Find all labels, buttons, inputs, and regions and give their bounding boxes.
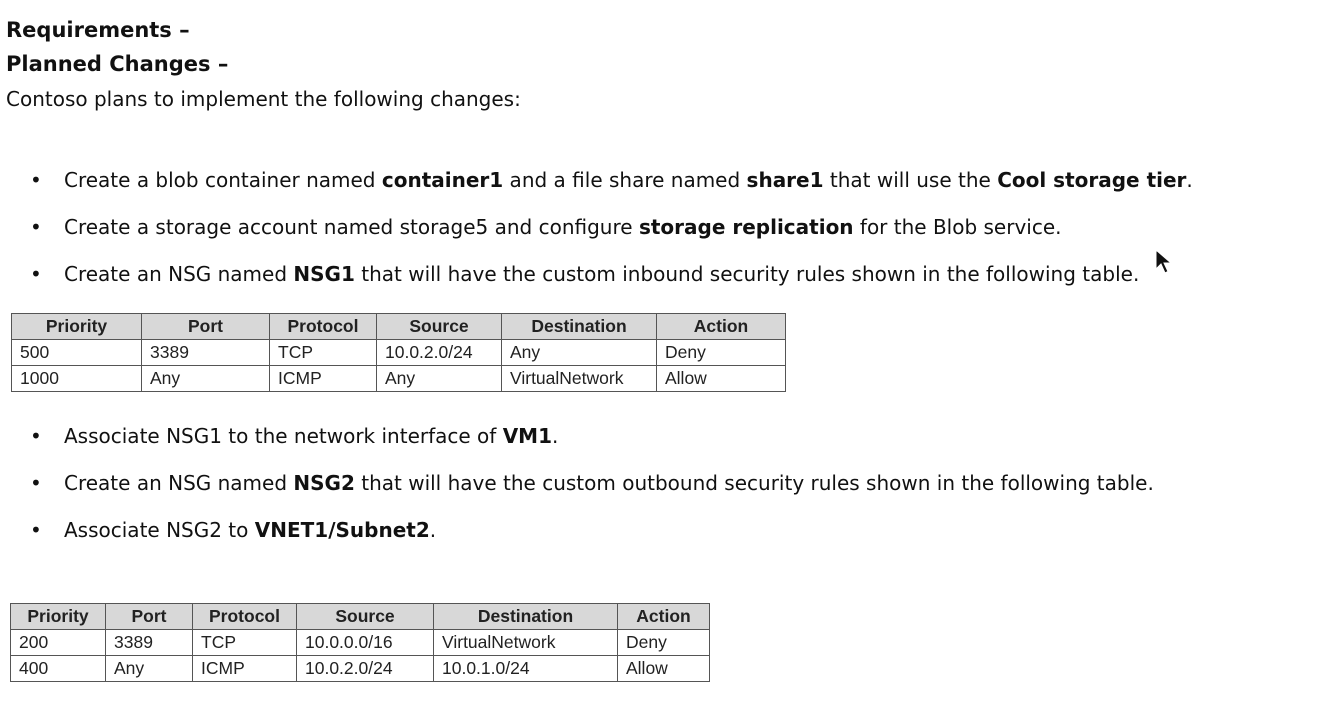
bullet-text: Create a storage account named storage5 …: [64, 214, 1062, 240]
cell-action: Deny: [656, 339, 786, 366]
header-destination: Destination: [433, 603, 618, 630]
cell-protocol: ICMP: [192, 655, 297, 682]
requirements-heading: Requirements –: [6, 18, 190, 42]
cell-source: 10.0.0.0/16: [296, 629, 434, 656]
header-protocol: Protocol: [192, 603, 297, 630]
bullet-text-segment: for the Blob service.: [853, 215, 1062, 239]
cell-destination: VirtualNetwork: [501, 365, 657, 392]
header-port: Port: [141, 313, 270, 340]
intro-text: Contoso plans to implement the following…: [6, 87, 521, 111]
cell-protocol: ICMP: [269, 365, 377, 392]
cell-action: Deny: [617, 629, 710, 656]
bullet-marker: •: [30, 471, 42, 495]
table-row: 400 Any ICMP 10.0.2.0/24 10.0.1.0/24 All…: [10, 655, 710, 682]
bullet-text: Associate NSG1 to the network interface …: [64, 423, 558, 449]
header-action: Action: [656, 313, 786, 340]
cell-action: Allow: [617, 655, 710, 682]
cell-priority: 500: [11, 339, 142, 366]
cell-destination: VirtualNetwork: [433, 629, 618, 656]
bullet-text-segment: that will use the: [823, 168, 998, 192]
mouse-pointer-icon: [1155, 249, 1173, 274]
bullet-text-bold: VM1: [502, 424, 552, 448]
cell-action: Allow: [656, 365, 786, 392]
bullet-text-segment: Associate NSG2 to: [64, 518, 255, 542]
table-row: 1000 Any ICMP Any VirtualNetwork Allow: [11, 365, 786, 392]
bullet-text: Create an NSG named NSG1 that will have …: [64, 261, 1139, 287]
cell-source: 10.0.2.0/24: [296, 655, 434, 682]
bullet-marker: •: [30, 168, 42, 192]
bullet-text-segment: .: [1186, 168, 1193, 192]
table-header-row: Priority Port Protocol Source Destinatio…: [10, 603, 710, 630]
cell-destination: Any: [501, 339, 657, 366]
nsg1-inbound-rules-table: Priority Port Protocol Source Destinatio…: [11, 313, 786, 392]
bullet-text-segment: that will have the custom outbound secur…: [354, 471, 1154, 495]
bullet-text-segment: Create an NSG named: [64, 471, 294, 495]
cell-source: Any: [376, 365, 502, 392]
bullet-text-bold: share1: [746, 168, 824, 192]
cell-port: 3389: [141, 339, 270, 366]
table-header-row: Priority Port Protocol Source Destinatio…: [11, 313, 786, 340]
cell-protocol: TCP: [192, 629, 297, 656]
cell-port: Any: [105, 655, 193, 682]
header-source: Source: [376, 313, 502, 340]
header-action: Action: [617, 603, 710, 630]
table-row: 500 3389 TCP 10.0.2.0/24 Any Deny: [11, 339, 786, 366]
bullet-marker: •: [30, 262, 42, 286]
cell-priority: 400: [10, 655, 106, 682]
bullet-text-bold: NSG2: [293, 471, 355, 495]
bullet-text-bold: container1: [381, 168, 504, 192]
cell-destination: 10.0.1.0/24: [433, 655, 618, 682]
bullet-text-segment: .: [552, 424, 559, 448]
bullet-text-segment: Create an NSG named: [64, 262, 294, 286]
planned-changes-heading: Planned Changes –: [6, 52, 229, 76]
header-priority: Priority: [10, 603, 106, 630]
bullet-text-segment: .: [429, 518, 437, 542]
cell-priority: 200: [10, 629, 106, 656]
bullet-text-bold: storage replication: [638, 215, 854, 239]
bullet-text-segment: Associate NSG1 to the network interface …: [64, 424, 503, 448]
bullet-text: Associate NSG2 to VNET1/Subnet2.: [64, 517, 436, 543]
cell-port: 3389: [105, 629, 193, 656]
header-priority: Priority: [11, 313, 142, 340]
cell-protocol: TCP: [269, 339, 377, 366]
cell-port: Any: [141, 365, 270, 392]
nsg2-outbound-rules-table: Priority Port Protocol Source Destinatio…: [10, 603, 710, 682]
bullet-text: Create a blob container named container1…: [64, 167, 1193, 193]
cell-source: 10.0.2.0/24: [376, 339, 502, 366]
bullet-text-segment: Create a storage account named storage5 …: [64, 215, 639, 239]
bullet-text-bold: VNET1/Subnet2: [254, 518, 430, 542]
header-source: Source: [296, 603, 434, 630]
bullet-text-segment: and a file share named: [503, 168, 747, 192]
header-destination: Destination: [501, 313, 657, 340]
cell-priority: 1000: [11, 365, 142, 392]
bullet-marker: •: [30, 424, 42, 448]
header-port: Port: [105, 603, 193, 630]
bullet-text-segment: that will have the custom inbound securi…: [354, 262, 1140, 286]
bullet-marker: •: [30, 215, 42, 239]
table-row: 200 3389 TCP 10.0.0.0/16 VirtualNetwork …: [10, 629, 710, 656]
bullet-text-bold: NSG1: [293, 262, 355, 286]
bullet-marker: •: [30, 518, 42, 542]
bullet-text-bold: Cool storage tier: [997, 168, 1187, 192]
header-protocol: Protocol: [269, 313, 377, 340]
bullet-text: Create an NSG named NSG2 that will have …: [64, 470, 1154, 496]
bullet-text-segment: Create a blob container named: [64, 168, 382, 192]
